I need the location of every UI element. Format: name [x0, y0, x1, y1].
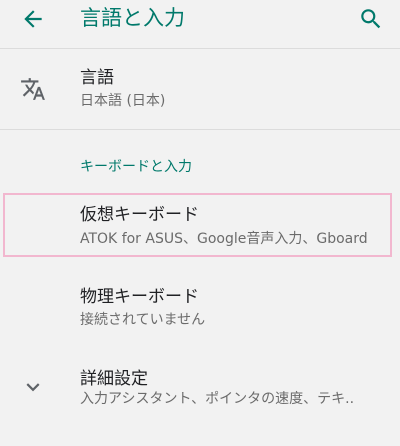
- language-value: 日本語 (日本): [80, 93, 166, 109]
- advanced-settings-item[interactable]: 詳細設定 入力アシスタント、ポインタの速度、テキ..: [0, 360, 400, 422]
- virtual-keyboard-value: ATOK for ASUS、Google音声入力、Gboard: [80, 231, 368, 247]
- physical-keyboard-value: 接続されていません: [80, 312, 206, 328]
- section-divider: [0, 129, 400, 130]
- search-button[interactable]: [358, 6, 384, 32]
- virtual-keyboard-label: 仮想キーボード: [80, 205, 199, 225]
- search-icon: [361, 9, 381, 29]
- language-setting-item[interactable]: 言語 日本語 (日本): [0, 49, 400, 129]
- back-button[interactable]: [20, 6, 46, 32]
- advanced-settings-label: 詳細設定: [80, 369, 148, 389]
- language-label: 言語: [80, 68, 114, 88]
- translate-icon: [20, 76, 46, 102]
- page-title: 言語と入力: [80, 6, 185, 30]
- arrow-left-icon: [24, 10, 42, 28]
- keyboard-section-header: キーボードと入力: [80, 159, 192, 175]
- physical-keyboard-label: 物理キーボード: [80, 287, 199, 307]
- physical-keyboard-item[interactable]: 物理キーボード 接続されていません: [0, 277, 400, 339]
- advanced-settings-value: 入力アシスタント、ポインタの速度、テキ..: [80, 391, 355, 407]
- chevron-down-icon: [20, 374, 46, 400]
- app-bar: 言語と入力: [0, 0, 400, 48]
- virtual-keyboard-item[interactable]: 仮想キーボード ATOK for ASUS、Google音声入力、Gboard: [0, 195, 400, 257]
